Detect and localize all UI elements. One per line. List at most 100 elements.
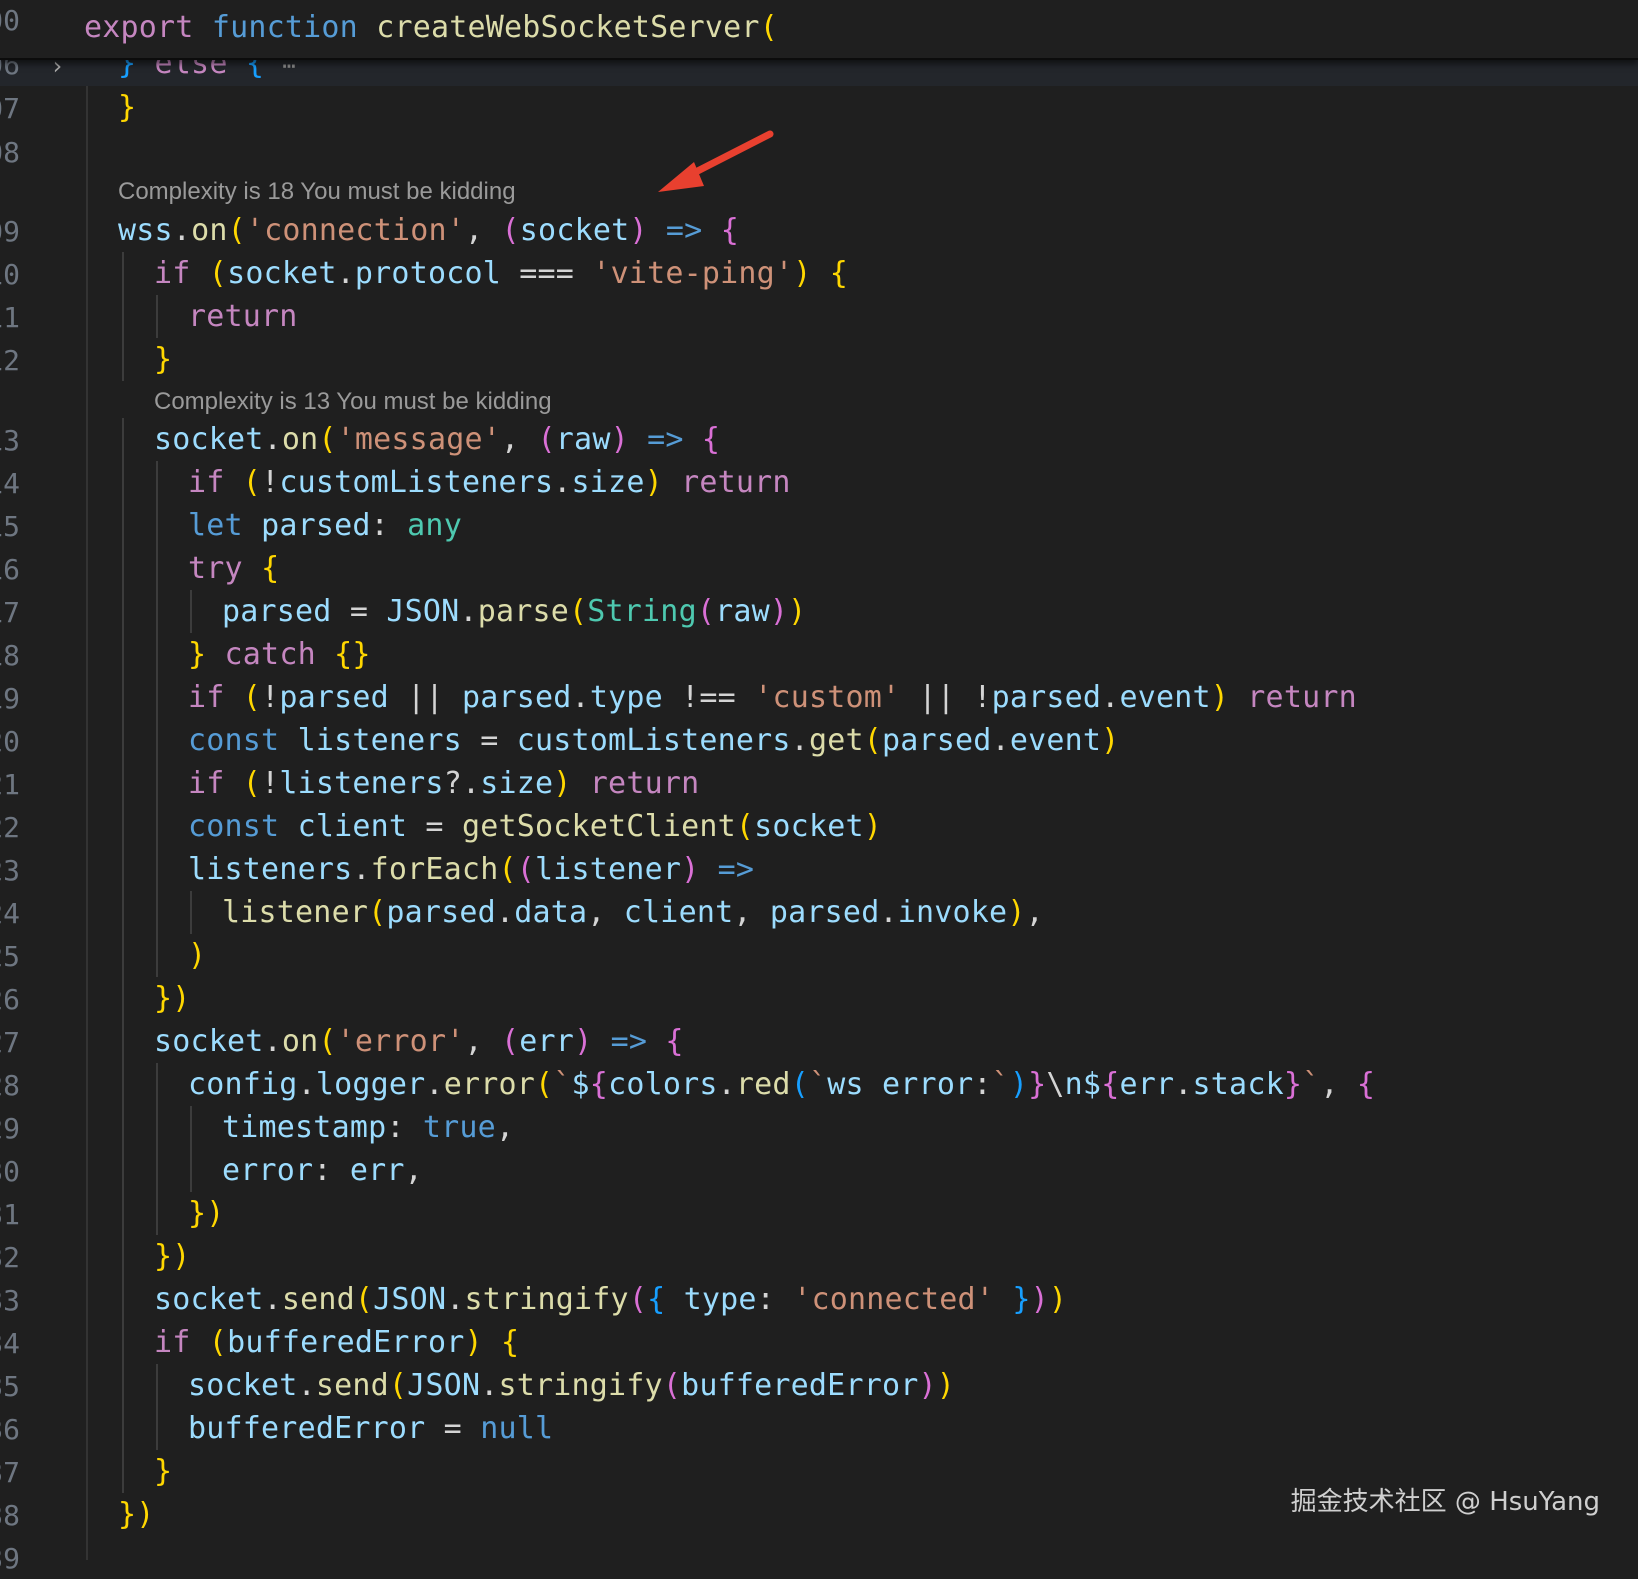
indent-guide	[156, 934, 158, 977]
indent-guide	[122, 848, 124, 891]
code-line[interactable]: 15 let parsed: any	[0, 504, 1638, 547]
code-text[interactable]: })	[188, 1196, 225, 1231]
code-line[interactable]: 29 timestamp: true,	[0, 1106, 1638, 1149]
line-number: 14	[0, 467, 20, 500]
sticky-scroll-header[interactable]: 00 export function createWebSocketServer…	[0, 0, 1638, 60]
code-line[interactable]: 36 bufferedError = null	[0, 1407, 1638, 1450]
code-line[interactable]: 16 try {	[0, 547, 1638, 590]
line-number: 34	[0, 1327, 20, 1360]
code-text[interactable]: })	[154, 1239, 191, 1274]
code-line[interactable]: 20 const listeners = customListeners.get(…	[0, 719, 1638, 762]
code-line[interactable]: 28 config.logger.error(`${colors.red(`ws …	[0, 1063, 1638, 1106]
code-line[interactable]: 12}	[0, 338, 1638, 381]
sticky-code-line[interactable]: export function createWebSocketServer(	[84, 10, 778, 45]
code-text[interactable]: if (bufferedError) {	[154, 1325, 519, 1360]
code-text[interactable]: wss.on('connection', (socket) => {	[118, 213, 739, 248]
indent-guide	[156, 1149, 158, 1192]
line-number: 09	[0, 215, 20, 248]
code-line[interactable]: 10 if (socket.protocol === 'vite-ping') {	[0, 252, 1638, 295]
indent-guide	[122, 1364, 124, 1407]
code-line[interactable]: 24 listener(parsed.data, client, parsed.i…	[0, 891, 1638, 934]
code-line[interactable]: 07}	[0, 86, 1638, 129]
code-line[interactable]: 13 socket.on('message', (raw) => {	[0, 418, 1638, 461]
code-line[interactable]: 09 wss.on('connection', (socket) => {	[0, 209, 1638, 252]
code-text[interactable]: parsed = JSON.parse(String(raw))	[222, 594, 806, 629]
code-text[interactable]: if (!parsed || parsed.type !== 'custom' …	[188, 680, 1357, 715]
code-text[interactable]: socket.send(JSON.stringify({ type: 'conn…	[154, 1282, 1067, 1317]
indent-guide	[156, 590, 158, 633]
indent-guide	[122, 1063, 124, 1106]
indent-guide	[156, 805, 158, 848]
indent-guide	[122, 1149, 124, 1192]
indent-guide	[156, 1106, 158, 1149]
code-text[interactable]: socket.send(JSON.stringify(bufferedError…	[188, 1368, 955, 1403]
code-line[interactable]: 11 return	[0, 295, 1638, 338]
code-text[interactable]: socket.on('error', (err) => {	[154, 1024, 684, 1059]
code-text[interactable]: )	[188, 938, 206, 973]
indent-guide	[122, 891, 124, 934]
code-text[interactable]: })	[118, 1497, 155, 1532]
code-line[interactable]: 19 if (!parsed || parsed.type !== 'custom…	[0, 676, 1638, 719]
code-text[interactable]: const client = getSocketClient(socket)	[188, 809, 882, 844]
indent-guide	[122, 1450, 124, 1493]
code-line[interactable]: 27 socket.on('error', (err) => {	[0, 1020, 1638, 1063]
code-text[interactable]: listeners.forEach((listener) =>	[188, 852, 754, 887]
code-text[interactable]: let parsed: any	[188, 508, 462, 543]
line-number: 16	[0, 553, 20, 586]
code-line[interactable]: 26})	[0, 977, 1638, 1020]
code-line[interactable]: 17 parsed = JSON.parse(String(raw))	[0, 590, 1638, 633]
code-line[interactable]: 21 if (!listeners?.size) return	[0, 762, 1638, 805]
indent-guide	[190, 1149, 192, 1192]
code-text[interactable]: try {	[188, 551, 279, 586]
code-text[interactable]: }	[154, 1454, 172, 1489]
line-number: 22	[0, 811, 20, 844]
code-line[interactable]: 08	[0, 130, 1638, 173]
code-line[interactable]: 23 listeners.forEach((listener) =>	[0, 848, 1638, 891]
code-text[interactable]: config.logger.error(`${colors.red(`ws er…	[188, 1067, 1375, 1102]
indent-guide	[122, 1192, 124, 1235]
code-text[interactable]: return	[188, 299, 298, 334]
code-line[interactable]: 14 if (!customListeners.size) return	[0, 461, 1638, 504]
line-number: 30	[0, 1155, 20, 1188]
line-number: 26	[0, 983, 20, 1016]
line-number: 08	[0, 136, 20, 169]
code-text[interactable]: listener(parsed.data, client, parsed.inv…	[222, 895, 1044, 930]
complexity-codelens-message[interactable]: Complexity is 13 You must be kidding	[154, 388, 552, 416]
code-text[interactable]: bufferedError = null	[188, 1411, 553, 1446]
code-text[interactable]: } catch {}	[188, 637, 371, 672]
indent-guide	[190, 891, 192, 934]
code-text[interactable]: if (!listeners?.size) return	[188, 766, 699, 801]
code-text[interactable]: const listeners = customListeners.get(pa…	[188, 723, 1119, 758]
code-line[interactable]: 33 socket.send(JSON.stringify({ type: 'co…	[0, 1278, 1638, 1321]
code-editor[interactable]: 00 export function createWebSocketServer…	[0, 0, 1638, 1575]
code-text[interactable]: }	[118, 90, 136, 125]
code-text[interactable]: if (socket.protocol === 'vite-ping') {	[154, 256, 848, 291]
code-line[interactable]: 39	[0, 1536, 1638, 1579]
code-line[interactable]: 32})	[0, 1235, 1638, 1278]
code-line[interactable]: 22 const client = getSocketClient(socket)	[0, 805, 1638, 848]
code-line[interactable]: 25)	[0, 934, 1638, 977]
code-text[interactable]: socket.on('message', (raw) => {	[154, 422, 720, 457]
indent-guide	[122, 934, 124, 977]
code-text[interactable]: }	[154, 342, 172, 377]
code-line[interactable]: 31})	[0, 1192, 1638, 1235]
indent-guide	[122, 504, 124, 547]
code-text[interactable]: if (!customListeners.size) return	[188, 465, 791, 500]
complexity-codelens-connection[interactable]: Complexity is 18 You must be kidding	[118, 178, 516, 206]
code-text[interactable]: timestamp: true,	[222, 1110, 514, 1145]
folded-line[interactable]: 06 › } else { ⋯	[0, 58, 1638, 86]
code-line[interactable]: 18} catch {}	[0, 633, 1638, 676]
indent-guide	[122, 461, 124, 504]
code-line[interactable]: 35 socket.send(JSON.stringify(bufferedErr…	[0, 1364, 1638, 1407]
code-line[interactable]: 34 if (bufferedError) {	[0, 1321, 1638, 1364]
indent-guide	[122, 633, 124, 676]
code-line[interactable]: 30 error: err,	[0, 1149, 1638, 1192]
code-text[interactable]: error: err,	[222, 1153, 423, 1188]
indent-guide	[122, 719, 124, 762]
line-number: 20	[0, 725, 20, 758]
chevron-right-icon[interactable]: ›	[50, 58, 64, 80]
indent-guide	[156, 1063, 158, 1106]
line-number: 17	[0, 596, 20, 629]
indent-guide	[122, 295, 124, 338]
code-text[interactable]: })	[154, 981, 191, 1016]
